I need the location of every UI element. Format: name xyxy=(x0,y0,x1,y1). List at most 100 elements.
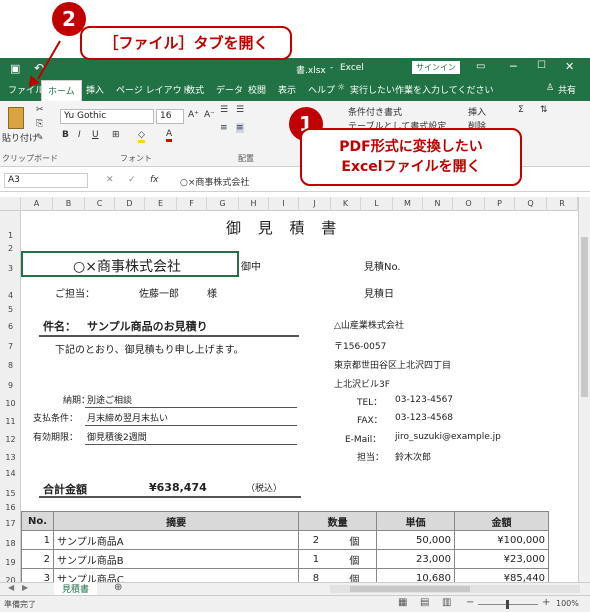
cut-icon[interactable]: ✂ xyxy=(36,105,44,115)
column-header[interactable]: F xyxy=(177,197,207,211)
column-header[interactable]: B xyxy=(53,197,85,211)
row-header[interactable]: 3 xyxy=(0,264,21,273)
column-header[interactable]: P xyxy=(485,197,515,211)
tab-view[interactable]: 表示 xyxy=(278,83,296,96)
tab-insert[interactable]: 挿入 xyxy=(86,83,104,96)
tab-home[interactable]: ホーム xyxy=(41,80,82,101)
share-icon[interactable]: ♙ xyxy=(546,83,554,93)
row-header[interactable]: 17 xyxy=(0,519,21,528)
font-shrink-icon[interactable]: A⁻ xyxy=(204,110,215,120)
copy-icon[interactable]: ⎘ xyxy=(36,119,43,129)
zoom-slider-thumb[interactable] xyxy=(506,600,509,609)
worksheet-grid[interactable]: 御 見 積 書 ○×商事株式会社 御中 見積No. ご担当： 佐藤一郎 様 見積… xyxy=(21,211,578,582)
zoom-slider[interactable] xyxy=(478,600,538,609)
row-header[interactable]: 9 xyxy=(0,381,21,390)
tab-formulas[interactable]: 数式 xyxy=(186,83,204,96)
scroll-thumb[interactable] xyxy=(581,237,588,397)
row-header[interactable]: 18 xyxy=(0,539,21,548)
selected-cell-client[interactable]: ○×商事株式会社 xyxy=(21,251,239,277)
normal-view-icon[interactable]: ▦ xyxy=(398,597,407,608)
paste-icon[interactable] xyxy=(8,107,24,129)
fill-color-icon[interactable]: ◇ xyxy=(138,130,145,143)
save-icon[interactable]: ▣ xyxy=(10,62,20,75)
row-header[interactable]: 11 xyxy=(0,417,21,426)
conditional-format-button[interactable]: 条件付き書式 xyxy=(348,105,402,118)
column-header[interactable]: I xyxy=(269,197,299,211)
sort-icon[interactable]: ⇅ xyxy=(540,105,548,115)
ribbon-display-icon[interactable]: ▭ xyxy=(476,61,485,72)
tab-review[interactable]: 校閲 xyxy=(248,83,266,96)
zoom-out-icon[interactable]: − xyxy=(466,597,474,608)
close-icon[interactable]: ✕ xyxy=(565,60,574,73)
hscroll-thumb[interactable] xyxy=(350,586,470,592)
enter-icon[interactable]: ✓ xyxy=(128,175,136,185)
column-header[interactable]: L xyxy=(361,197,393,211)
page-break-view-icon[interactable]: ▥ xyxy=(442,597,451,608)
align-left-icon[interactable]: ≡ xyxy=(220,123,228,133)
format-painter-icon[interactable]: ✎ xyxy=(36,133,44,143)
sheet-next-icon[interactable]: ▶ xyxy=(22,583,28,592)
horizontal-scrollbar[interactable] xyxy=(330,585,580,593)
bold-icon[interactable]: B xyxy=(62,130,69,140)
column-header[interactable]: R xyxy=(547,197,578,211)
italic-icon[interactable]: I xyxy=(78,130,81,140)
row-header[interactable]: 14 xyxy=(0,469,21,478)
share-button[interactable]: 共有 xyxy=(558,83,576,96)
signin-button[interactable]: サインイン xyxy=(412,61,460,74)
column-header[interactable]: M xyxy=(393,197,423,211)
column-header[interactable]: K xyxy=(331,197,361,211)
font-color-icon[interactable]: A xyxy=(166,129,173,142)
column-header[interactable]: D xyxy=(115,197,145,211)
restore-icon[interactable]: ☐ xyxy=(537,60,546,71)
row-header[interactable]: 10 xyxy=(0,399,21,408)
tell-me-box[interactable]: 実行したい作業を入力してください xyxy=(350,83,493,96)
insert-cells-button[interactable]: 挿入 xyxy=(468,105,486,118)
column-header[interactable]: C xyxy=(85,197,115,211)
row-header[interactable]: 1 xyxy=(0,231,21,240)
column-header[interactable]: Q xyxy=(515,197,547,211)
font-grow-icon[interactable]: A⁺ xyxy=(188,110,199,120)
column-header[interactable]: N xyxy=(423,197,453,211)
column-header[interactable]: O xyxy=(453,197,485,211)
row-header[interactable]: 13 xyxy=(0,453,21,462)
row-header[interactable]: 12 xyxy=(0,435,21,444)
border-icon[interactable]: ⊞ xyxy=(112,130,120,140)
select-all-corner[interactable] xyxy=(0,197,21,211)
cancel-icon[interactable]: ✕ xyxy=(106,175,114,185)
zoom-in-icon[interactable]: + xyxy=(542,597,550,608)
row-header[interactable]: 7 xyxy=(0,342,21,351)
row-header[interactable]: 5 xyxy=(0,305,21,314)
vertical-scrollbar[interactable] xyxy=(578,197,590,582)
row-header[interactable]: 15 xyxy=(0,489,21,498)
tab-page-layout[interactable]: ページ レイアウト xyxy=(116,83,191,96)
column-header[interactable]: E xyxy=(145,197,177,211)
column-header[interactable]: G xyxy=(207,197,239,211)
row-header[interactable]: 19 xyxy=(0,558,21,567)
underline-icon[interactable]: U xyxy=(92,130,99,140)
page-layout-view-icon[interactable]: ▤ xyxy=(420,597,429,608)
align-middle-icon[interactable]: ☰ xyxy=(236,105,244,115)
font-name-select[interactable]: Yu Gothic xyxy=(60,109,154,124)
sum-icon[interactable]: Σ xyxy=(518,105,524,115)
row-header[interactable]: 6 xyxy=(0,322,21,331)
paste-button[interactable]: 貼り付け xyxy=(2,131,38,144)
column-header[interactable]: H xyxy=(239,197,269,211)
row-header[interactable]: 8 xyxy=(0,361,21,370)
tab-help[interactable]: ヘルプ xyxy=(308,83,335,96)
row-header[interactable]: 2 xyxy=(0,244,21,253)
row-header[interactable]: 4 xyxy=(0,291,21,300)
font-size-select[interactable]: 16 xyxy=(156,109,184,124)
name-box[interactable]: A3 xyxy=(4,173,88,188)
row-header[interactable]: 16 xyxy=(0,503,21,512)
column-header[interactable]: A xyxy=(21,197,53,211)
zoom-level[interactable]: 100% xyxy=(556,599,579,608)
add-sheet-icon[interactable]: ⊕ xyxy=(114,582,122,593)
align-center-icon[interactable]: ≡ xyxy=(236,123,244,133)
insert-function-icon[interactable]: fx xyxy=(150,175,159,185)
column-header[interactable]: J xyxy=(299,197,331,211)
formula-input[interactable]: ○×商事株式会社 xyxy=(180,175,249,188)
sheet-prev-icon[interactable]: ◀ xyxy=(8,583,14,592)
tell-me-icon[interactable]: ☼ xyxy=(337,83,345,93)
tab-data[interactable]: データ xyxy=(216,83,243,96)
align-top-icon[interactable]: ☰ xyxy=(220,105,228,115)
